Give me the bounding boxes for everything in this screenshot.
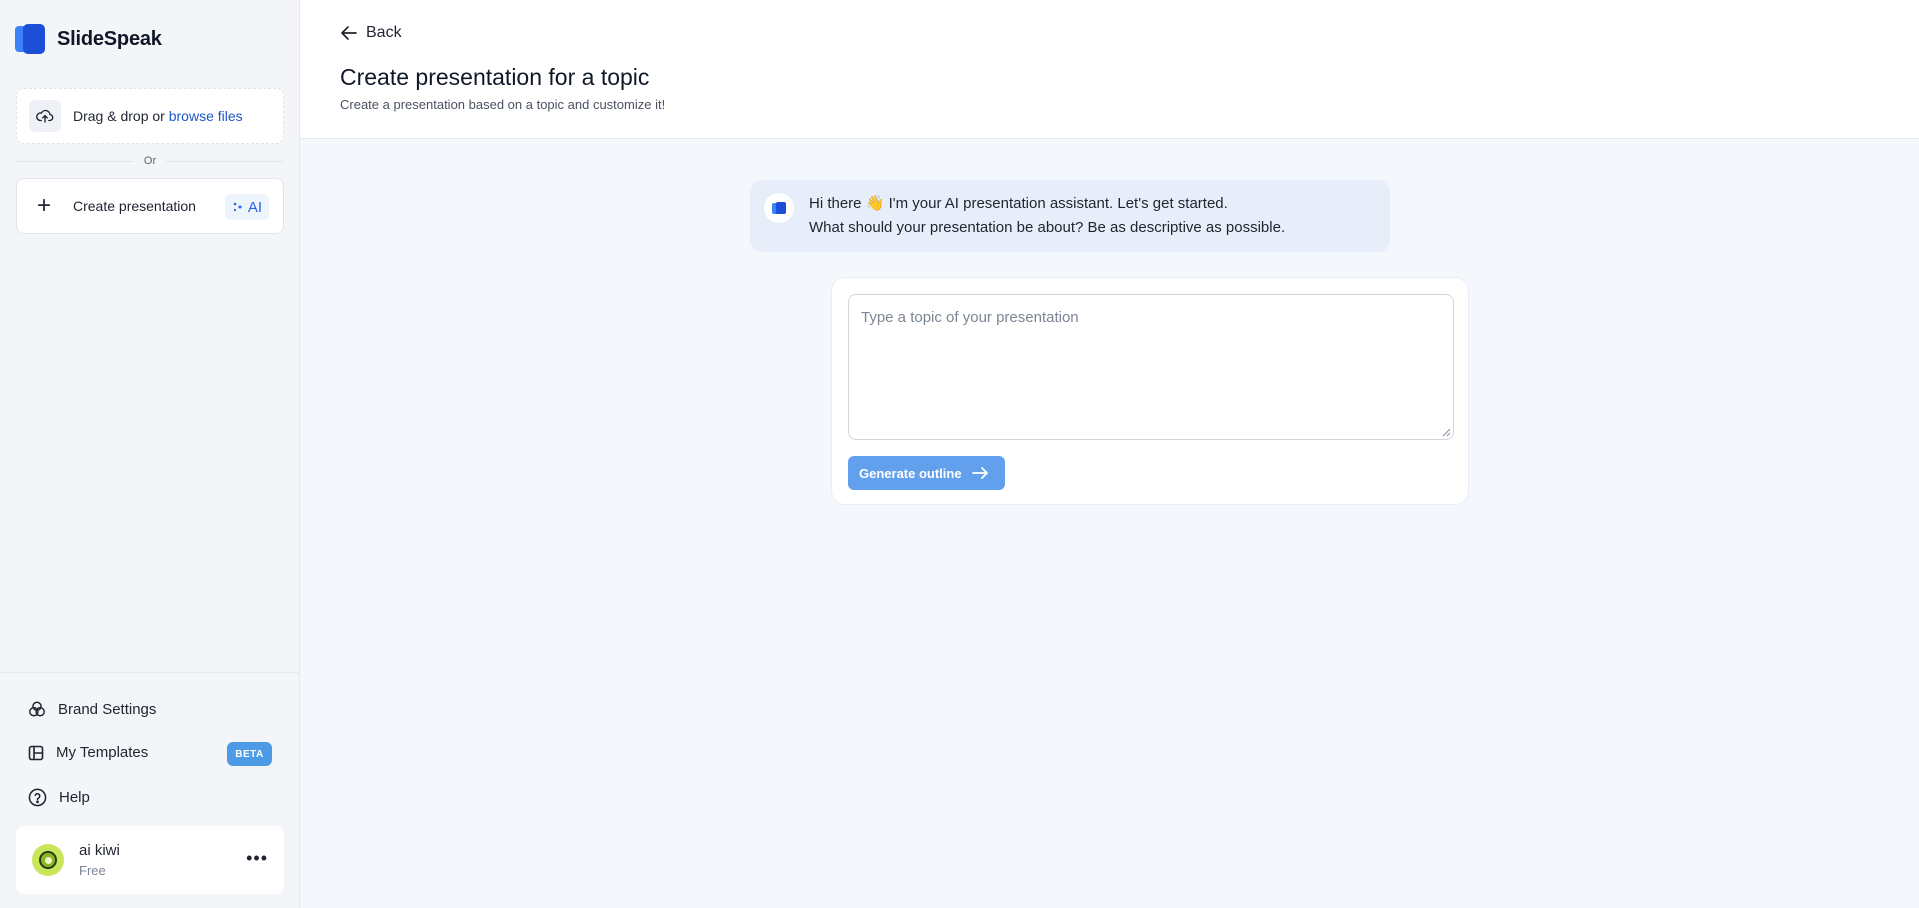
sparkle-icon bbox=[233, 202, 242, 212]
page-header: Back Create presentation for a topic Cre… bbox=[300, 0, 1919, 139]
sidebar-divider bbox=[0, 672, 300, 673]
assistant-message: Hi there 👋 I'm your AI presentation assi… bbox=[750, 180, 1390, 252]
generate-outline-button[interactable]: Generate outline bbox=[848, 456, 1005, 490]
or-label: Or bbox=[143, 155, 157, 167]
browse-files-link[interactable]: browse files bbox=[169, 108, 243, 124]
topic-input[interactable] bbox=[848, 294, 1454, 440]
page-subtitle: Create a presentation based on a topic a… bbox=[340, 97, 666, 112]
app-logo[interactable]: SlideSpeak bbox=[15, 24, 162, 54]
plus-icon: + bbox=[37, 192, 52, 219]
create-presentation-label: Create presentation bbox=[73, 198, 196, 214]
sidebar-item-label: My Templates bbox=[56, 744, 149, 761]
assistant-message-text: Hi there 👋 I'm your AI presentation assi… bbox=[809, 192, 1285, 240]
user-card[interactable]: ai kiwi Free ••• bbox=[16, 826, 284, 894]
sidebar-item-brand-settings[interactable]: Brand Settings bbox=[28, 700, 156, 718]
create-presentation-button[interactable]: + Create presentation AI bbox=[16, 178, 284, 234]
cloud-upload-icon bbox=[29, 100, 61, 132]
ai-badge-label: AI bbox=[247, 198, 262, 216]
dropzone-prefix: Drag & drop or bbox=[73, 108, 169, 124]
arrow-left-icon bbox=[341, 26, 357, 40]
ai-badge: AI bbox=[224, 194, 269, 220]
more-options-icon[interactable]: ••• bbox=[246, 848, 268, 869]
greeting-text: Hi there bbox=[809, 195, 862, 212]
dropzone-text: Drag & drop or browse files bbox=[73, 108, 243, 124]
app-name: SlideSpeak bbox=[57, 27, 162, 50]
sidebar-item-my-templates[interactable]: My Templates bbox=[28, 744, 148, 761]
beta-badge: BETA bbox=[227, 742, 272, 766]
brand-settings-icon bbox=[29, 701, 45, 717]
back-button[interactable]: Back bbox=[340, 24, 402, 42]
assistant-line-1: Hi there 👋 I'm your AI presentation assi… bbox=[809, 192, 1285, 216]
topic-form: Generate outline bbox=[831, 277, 1469, 505]
wave-emoji-icon: 👋 bbox=[865, 195, 885, 212]
intro-text: I'm your AI presentation assistant. Let'… bbox=[888, 195, 1228, 212]
sidebar-item-label: Brand Settings bbox=[58, 700, 157, 718]
generate-outline-label: Generate outline bbox=[859, 465, 962, 481]
help-icon bbox=[28, 788, 47, 807]
arrow-right-icon bbox=[971, 467, 988, 479]
assistant-line-2: What should your presentation be about? … bbox=[809, 219, 1286, 236]
sidebar-item-label: Help bbox=[59, 789, 90, 806]
templates-icon bbox=[28, 745, 44, 760]
sidebar: SlideSpeak Drag & drop or browse files O… bbox=[0, 0, 300, 908]
assistant-avatar-icon bbox=[764, 193, 794, 223]
file-dropzone[interactable]: Drag & drop or browse files bbox=[16, 88, 284, 144]
avatar bbox=[32, 844, 64, 876]
resize-handle-icon[interactable] bbox=[1442, 428, 1451, 437]
page-title: Create presentation for a topic bbox=[340, 64, 650, 90]
back-label: Back bbox=[366, 24, 402, 41]
or-divider: Or bbox=[16, 153, 285, 169]
user-plan: Free bbox=[79, 863, 106, 878]
slidespeak-logo-icon bbox=[15, 24, 47, 54]
sidebar-item-help[interactable]: Help bbox=[28, 788, 90, 807]
user-name: ai kiwi bbox=[79, 842, 120, 859]
